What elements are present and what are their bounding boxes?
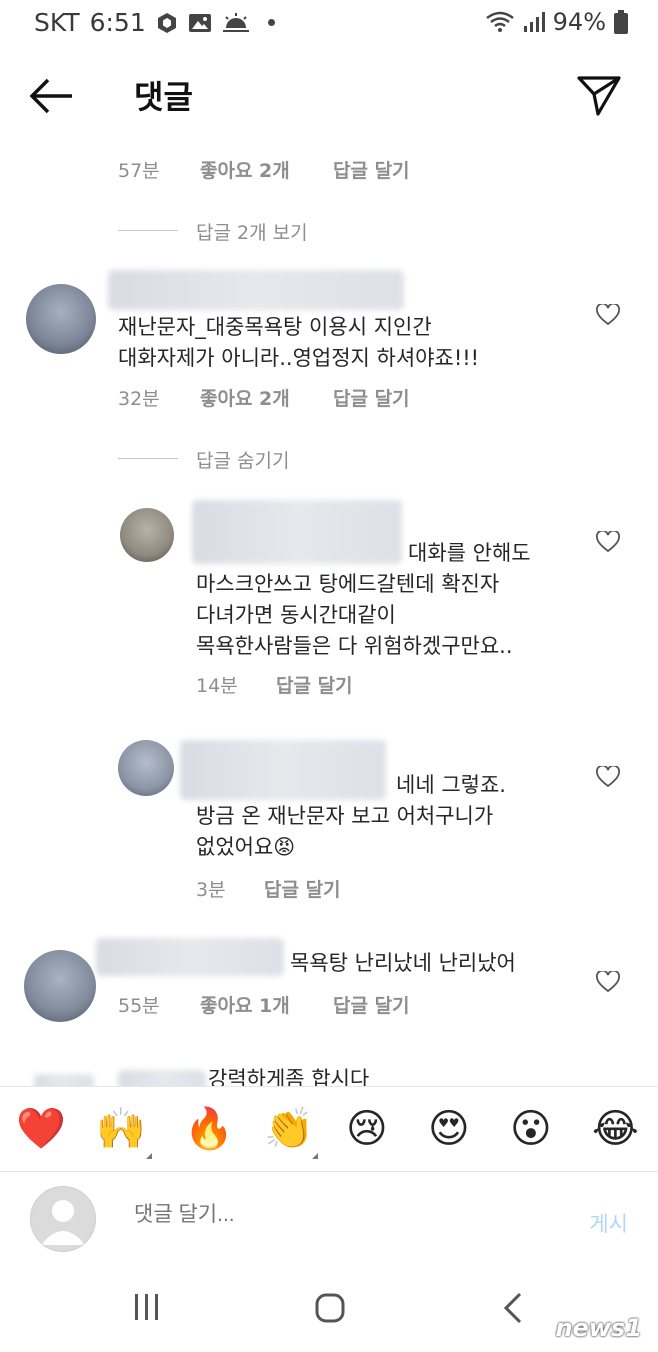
likes-count[interactable]: 좋아요 2개	[200, 384, 290, 411]
username-blurred[interactable]	[96, 938, 284, 976]
fire-emoji-button[interactable]: 🔥	[184, 1105, 234, 1153]
battery-icon	[614, 10, 628, 34]
system-nav-bar: news1	[0, 1270, 658, 1352]
skin-tone-indicator	[312, 1153, 318, 1159]
status-left: SKT 6:51	[34, 8, 275, 37]
signal-icon	[523, 12, 545, 32]
comment-meta-top: 57분 좋아요 2개 답글 달기	[0, 156, 658, 182]
heart-outline-icon[interactable]	[596, 766, 620, 788]
reply-line: 마스크안쓰고 탕에드갈텐데 확진자	[196, 572, 500, 596]
clapping-emoji-button[interactable]: 👏	[264, 1105, 314, 1153]
heart-emoji-button[interactable]: ❤️	[16, 1105, 66, 1153]
heart-outline-icon[interactable]	[596, 531, 620, 553]
comment-line: 목욕탕 난리났네 난리났어	[290, 951, 516, 975]
divider-line	[118, 230, 178, 231]
reply-button[interactable]: 답글 달기	[333, 156, 410, 183]
comment-text: 재난문자_대중목욕탕 이용시 지인간 대화자제가 아니라..영업정지 하셔야죠!…	[118, 312, 479, 374]
divider-line	[118, 458, 178, 459]
status-bar: SKT 6:51 94%	[0, 0, 658, 48]
reply-line: 다녀가면 동시간대같이	[196, 603, 396, 627]
likes-count[interactable]: 좋아요 2개	[200, 156, 290, 183]
partial-comment: 강력하게좀 합시다	[0, 1060, 658, 1086]
reply-line: 목욕한사람들은 다 위험하겠구만요..	[196, 634, 513, 658]
hide-replies-row[interactable]: 답글 숨기기	[0, 446, 658, 472]
reply-button[interactable]: 답글 달기	[276, 671, 353, 698]
laughing-emoji-button[interactable]: 😂	[592, 1105, 639, 1153]
heart-outline-icon[interactable]	[596, 971, 620, 993]
reply-line: 네네 그렇죠.	[396, 773, 506, 797]
clock: 6:51	[89, 8, 146, 37]
avatar[interactable]	[120, 508, 174, 562]
gallery-icon	[188, 13, 211, 32]
reply-meta: 3분 답글 달기	[0, 875, 658, 901]
username-blurred[interactable]	[108, 270, 404, 310]
comment-text: 목욕탕 난리났네 난리났어	[290, 948, 516, 979]
avatar[interactable]	[118, 740, 174, 796]
send-icon[interactable]	[576, 74, 622, 118]
username-blurred[interactable]	[118, 1070, 206, 1086]
heart-outline-icon[interactable]	[596, 304, 620, 326]
raised-hands-emoji-button[interactable]: 🙌	[96, 1105, 146, 1153]
comment-time: 55분	[118, 995, 160, 1017]
reply-button[interactable]: 답글 달기	[333, 384, 410, 411]
wifi-icon	[485, 11, 514, 32]
reply-time: 14분	[196, 675, 238, 697]
watermark: news1	[555, 1314, 642, 1342]
comment-line: 강력하게좀 합시다	[208, 1067, 370, 1086]
comment-meta: 55분 좋아요 1개 답글 달기	[0, 991, 658, 1017]
emoji-quick-bar: ❤️ 🙌 🔥 👏 😢 😍 😮 😂	[0, 1086, 658, 1172]
status-right: 94%	[485, 8, 628, 36]
view-replies-label[interactable]: 답글 2개 보기	[196, 218, 308, 245]
carrier-label: SKT	[34, 8, 80, 37]
notification-dot	[267, 19, 275, 26]
avatar[interactable]	[26, 284, 96, 354]
reply-meta: 14분 답글 달기	[0, 671, 658, 697]
battery-percent: 94%	[552, 8, 606, 36]
my-avatar	[30, 1186, 96, 1252]
comment-time: 57분	[118, 160, 160, 182]
reply-text: 네네 그렇죠. 방금 온 재난문자 보고 어처구니가 없었어요😡	[196, 770, 506, 863]
heart-eyes-emoji-button[interactable]: 😍	[428, 1105, 470, 1153]
reply-button[interactable]: 답글 달기	[264, 875, 341, 902]
back-nav-icon[interactable]	[502, 1292, 526, 1324]
reply-button[interactable]: 답글 달기	[333, 991, 410, 1018]
default-user-icon	[41, 1200, 85, 1245]
comment-line: 대화자제가 아니라..영업정지 하셔야죠!!!	[118, 346, 480, 370]
recent-apps-icon[interactable]	[132, 1292, 162, 1322]
home-icon[interactable]	[314, 1292, 346, 1324]
username-blurred[interactable]	[34, 1074, 94, 1086]
crying-emoji-button[interactable]: 😢	[346, 1105, 388, 1153]
likes-count[interactable]: 좋아요 1개	[200, 991, 290, 1018]
comment-meta: 32분 좋아요 2개 답글 달기	[0, 384, 658, 410]
comment-time: 32분	[118, 388, 160, 410]
back-arrow-icon[interactable]	[26, 74, 76, 118]
app-header: 댓글	[0, 56, 658, 136]
post-button[interactable]: 게시	[589, 1208, 628, 1238]
hide-replies-label[interactable]: 답글 숨기기	[196, 446, 289, 473]
comment-line: 재난문자_대중목욕탕 이용시 지인간	[118, 315, 432, 339]
reply-text: 대화를 안해도 마스크안쓰고 탕에드갈텐데 확진자 다녀가면 동시간대같이 목욕…	[196, 538, 531, 662]
reply-line: 방금 온 재난문자 보고 어처구니가	[196, 804, 494, 828]
view-replies-row[interactable]: 답글 2개 보기	[0, 218, 658, 244]
skin-tone-indicator	[146, 1153, 152, 1159]
reply-line: 없었어요😡	[196, 835, 296, 859]
reply-time: 3분	[196, 879, 226, 901]
reply-line: 대화를 안해도	[408, 541, 531, 565]
comment-input[interactable]	[132, 1202, 556, 1228]
comment-compose-bar: 게시	[0, 1172, 658, 1268]
page-title: 댓글	[134, 78, 193, 116]
box-icon	[157, 12, 176, 33]
weather-icon	[222, 12, 249, 32]
surprised-emoji-button[interactable]: 😮	[510, 1105, 552, 1153]
